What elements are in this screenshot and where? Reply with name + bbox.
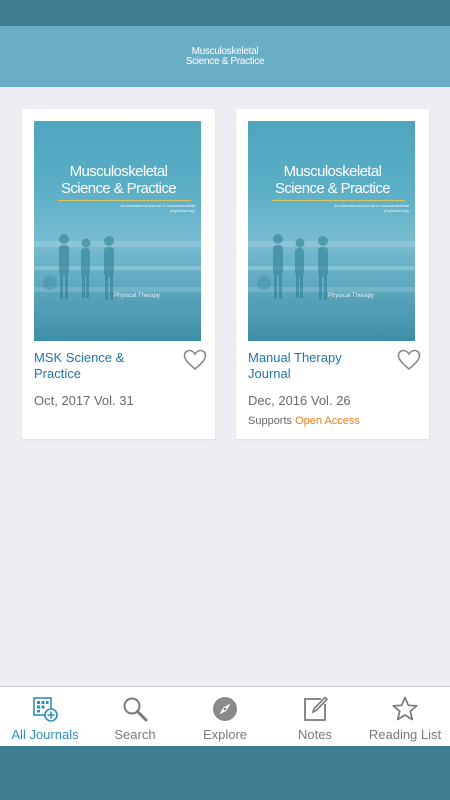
cover-title: Musculoskeletal Science & Practice [258,163,407,197]
header-logo-line1: Musculoskeletal [191,45,259,57]
cover-title-line2: Science & Practice [274,180,391,197]
cover-figures-illustration [34,234,201,300]
issue-info: Dec, 2016 Vol. 26 [248,393,351,408]
tab-reading-list[interactable]: Reading List [360,687,450,746]
bottom-tab-bar: All Journals Search Explore Notes Readin… [0,686,450,746]
star-icon [392,696,418,721]
cover-footer: Physical Therapy [114,293,160,299]
status-bar [0,0,450,26]
journal-title[interactable]: Manual Therapy Journal [248,350,378,382]
journal-card[interactable]: Musculoskeletal Science & Practice An in… [22,109,215,439]
tab-label: Search [114,727,156,742]
compass-icon [213,697,237,721]
tab-label: All Journals [11,727,79,742]
journal-cover[interactable]: Musculoskeletal Science & Practice An in… [248,121,415,341]
header-logo: Musculoskeletal Science & Practice [185,45,265,67]
tab-search[interactable]: Search [90,687,180,746]
cover-footer: Physical Therapy [328,293,374,299]
cover-title: Musculoskeletal Science & Practice [44,163,193,197]
cover-title-line1: Musculoskeletal [69,163,168,180]
tab-notes[interactable]: Notes [270,687,360,746]
system-nav-bar [0,746,450,800]
header-logo-line2: Science & Practice [185,55,265,67]
note-edit-icon [304,696,329,721]
cover-title-line1: Musculoskeletal [283,163,382,180]
tab-all-journals[interactable]: All Journals [0,687,90,746]
heart-icon[interactable] [183,349,207,371]
cover-subtitle: An international journal of musculoskele… [120,203,195,213]
cover-subtitle: An international journal of musculoskele… [334,203,409,213]
issue-info: Oct, 2017 Vol. 31 [34,393,134,408]
tab-explore[interactable]: Explore [180,687,270,746]
journals-grid-icon [33,697,58,722]
journal-title[interactable]: MSK Science & Practice [34,350,164,382]
cover-rule [58,200,191,201]
search-icon [123,697,148,722]
tab-label: Explore [202,727,248,742]
open-access-note: Supports Open Access [248,415,360,427]
journal-cover[interactable]: Musculoskeletal Science & Practice An in… [34,121,201,341]
cover-title-line2: Science & Practice [60,180,177,197]
app-header: Musculoskeletal Science & Practice [0,26,450,87]
cover-figures-illustration [248,234,415,300]
supports-label: Supports [248,415,296,427]
heart-icon[interactable] [397,349,421,371]
tab-label: Reading List [368,727,442,742]
tab-label: Notes [298,727,332,742]
open-access-link[interactable]: Open Access [295,415,360,427]
cover-rule [272,200,405,201]
journal-card[interactable]: Musculoskeletal Science & Practice An in… [236,109,429,439]
